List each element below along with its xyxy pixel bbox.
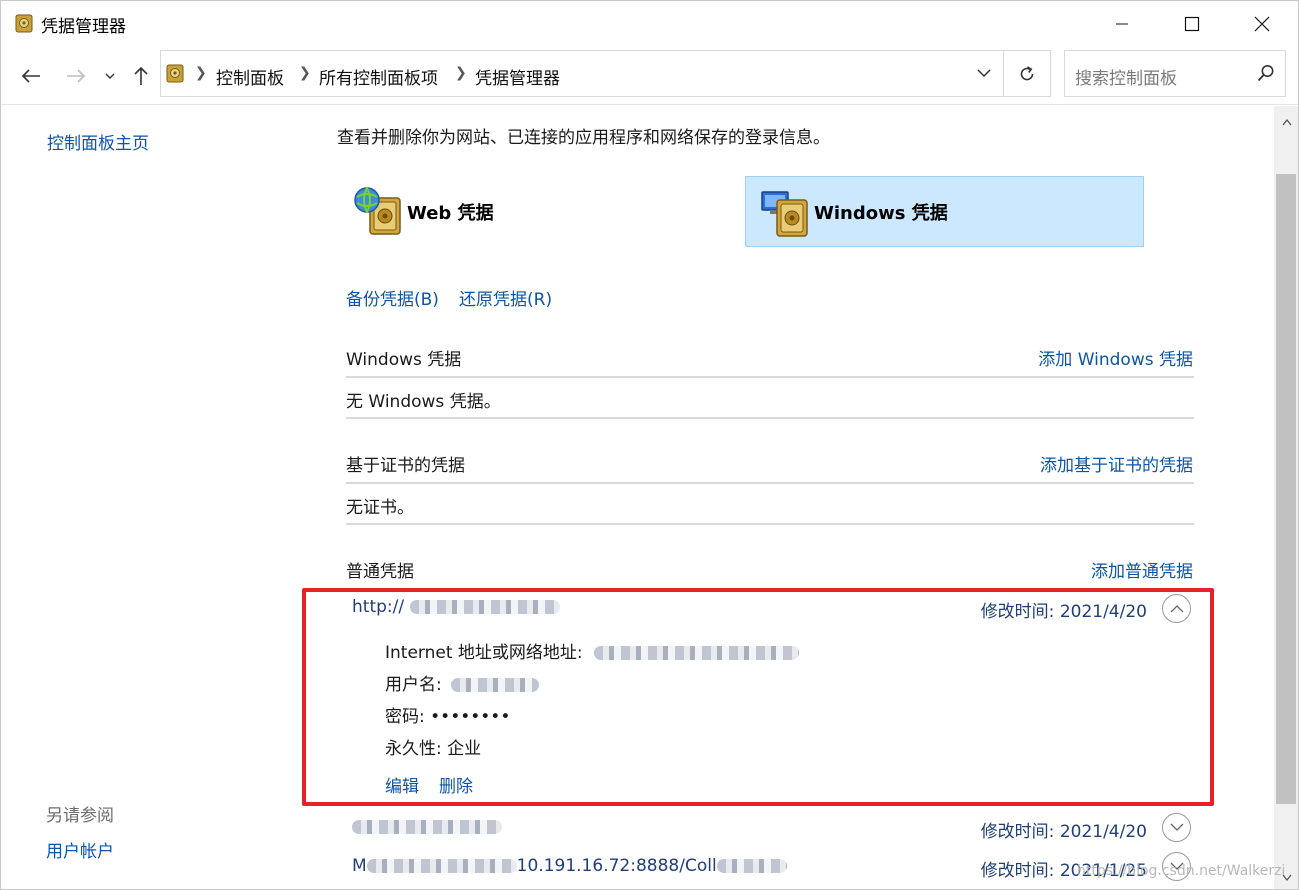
breadcrumb-separator: ❯	[455, 65, 467, 81]
add-generic-credential-link[interactable]: 添加普通凭据	[1091, 557, 1193, 582]
window-title: 凭据管理器	[41, 17, 126, 37]
web-vault-icon	[354, 186, 401, 235]
divider	[346, 417, 1194, 419]
arrow-left-icon	[21, 69, 40, 83]
breadcrumb-credential-manager[interactable]: 凭据管理器	[475, 64, 560, 89]
search-box[interactable]: 搜索控制面板	[1064, 50, 1286, 97]
backup-credentials-link[interactable]: 备份凭据(B)	[346, 285, 439, 310]
address-dropdown-button[interactable]	[964, 51, 1004, 96]
highlight-annotation	[302, 588, 1214, 806]
close-button[interactable]	[1227, 1, 1297, 47]
credential-modified-date: 修改时间: 2021/4/20	[980, 822, 1147, 842]
back-button[interactable]	[16, 61, 46, 91]
windows-credentials-label: Windows 凭据	[814, 202, 948, 224]
user-accounts-link[interactable]: 用户帐户	[46, 837, 114, 862]
breadcrumb-separator: ❯	[299, 65, 311, 81]
refresh-icon	[1020, 65, 1034, 80]
divider	[346, 523, 1194, 525]
search-icon[interactable]	[1257, 64, 1275, 82]
divider	[346, 482, 1194, 484]
minimize-icon	[1116, 23, 1128, 25]
chevron-up-icon	[1281, 119, 1292, 126]
maximize-icon	[1184, 16, 1200, 32]
forward-button[interactable]	[61, 61, 91, 91]
address-bar[interactable]: ❯ 控制面板 ❯ 所有控制面板项 ❯ 凭据管理器	[160, 50, 1051, 97]
expand-entry-button[interactable]	[1162, 813, 1191, 842]
no-certificates-text: 无证书。	[346, 498, 414, 518]
breadcrumb-separator: ❯	[195, 65, 207, 81]
scroll-up-button[interactable]	[1274, 110, 1298, 135]
chevron-down-icon	[105, 73, 115, 79]
windows-credentials-heading: Windows 凭据	[346, 350, 462, 370]
arrow-right-icon	[67, 69, 86, 83]
arrow-up-icon	[134, 66, 148, 85]
web-credentials-label: Web 凭据	[407, 202, 494, 224]
recent-locations-button[interactable]	[96, 61, 124, 91]
no-windows-credentials-text: 无 Windows 凭据。	[346, 392, 501, 412]
title-bar: 凭据管理器	[1, 1, 1298, 47]
control-panel-home-link[interactable]: 控制面板主页	[47, 129, 149, 154]
see-also-label: 另请参阅	[46, 806, 114, 826]
chevron-down-icon	[1170, 823, 1183, 831]
windows-vault-icon	[761, 190, 808, 237]
redacted-text	[716, 859, 787, 873]
scrollbar-thumb[interactable]	[1276, 174, 1296, 804]
maximize-button[interactable]	[1157, 1, 1227, 47]
credential-entry-name[interactable]	[352, 817, 502, 837]
credential-entry-name[interactable]: M 10.191.16.72:8888/Coll	[352, 856, 787, 876]
breadcrumb-all-items[interactable]: 所有控制面板项	[319, 64, 438, 89]
minimize-button[interactable]	[1087, 1, 1157, 47]
add-windows-credential-link[interactable]: 添加 Windows 凭据	[1038, 345, 1193, 370]
divider	[346, 376, 1194, 378]
refresh-button[interactable]	[1004, 51, 1050, 96]
credential-manager-window: 凭据管理器 ❯ 控制面板 ❯ 所有控制面板项 ❯ 凭据管理器 搜索控制面板 控制…	[0, 0, 1299, 890]
vault-icon	[166, 64, 184, 83]
redacted-text	[366, 859, 517, 873]
up-button[interactable]	[126, 61, 156, 91]
vertical-scrollbar[interactable]	[1274, 106, 1298, 889]
watermark: https://blog.csdn.net/Walkerzi	[1077, 863, 1286, 879]
vault-icon	[15, 14, 33, 33]
navigation-bar: ❯ 控制面板 ❯ 所有控制面板项 ❯ 凭据管理器 搜索控制面板	[1, 47, 1298, 105]
close-icon	[1254, 16, 1270, 32]
intro-text: 查看并删除你为网站、已连接的应用程序和网络保存的登录信息。	[337, 128, 830, 148]
generic-credentials-heading: 普通凭据	[346, 562, 414, 582]
web-credentials-tab[interactable]: Web 凭据	[353, 176, 733, 247]
redacted-text	[352, 820, 502, 834]
search-placeholder: 搜索控制面板	[1075, 69, 1177, 89]
add-certificate-credential-link[interactable]: 添加基于证书的凭据	[1040, 451, 1193, 476]
windows-credentials-tab[interactable]: Windows 凭据	[745, 176, 1144, 247]
restore-credentials-link[interactable]: 还原凭据(R)	[459, 285, 552, 310]
chevron-down-icon	[976, 69, 991, 78]
breadcrumb-control-panel[interactable]: 控制面板	[216, 64, 284, 89]
certificate-credentials-heading: 基于证书的凭据	[346, 456, 465, 476]
